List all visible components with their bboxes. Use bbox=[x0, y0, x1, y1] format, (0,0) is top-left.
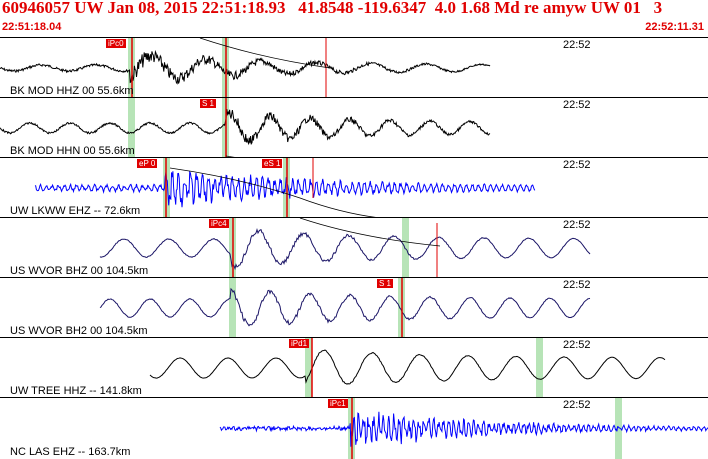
event-title: 60946057 UW Jan 08, 2015 22:51:18.93 41.… bbox=[2, 0, 663, 17]
trace-panel[interactable]: iPc0 22:52 BK MOD HHZ 00 55.6km bbox=[0, 37, 708, 98]
waveform-trace bbox=[99, 287, 591, 327]
pick-shade bbox=[536, 338, 543, 398]
pick-label[interactable]: S 1 bbox=[200, 99, 217, 108]
trace-panel[interactable]: eP 0 eS 1 22:52 UW LKWW EHZ -- 72.6km bbox=[0, 157, 708, 218]
trace-panel[interactable]: iPd1 22:52 UW TREE HHZ -- 141.8km bbox=[0, 337, 708, 398]
station-label: BK MOD HHZ 00 55.6km bbox=[10, 85, 134, 97]
pick-label[interactable]: iPd1 bbox=[289, 339, 310, 348]
waveform-trace bbox=[99, 227, 591, 271]
trace-panel[interactable]: S 1 22:52 US WVOR BH2 00 104.5km bbox=[0, 277, 708, 338]
station-label: BK MOD HHN 00 55.6km bbox=[10, 145, 135, 157]
waveform-trace bbox=[149, 349, 666, 385]
pick-label[interactable]: iPc1 bbox=[328, 399, 348, 408]
pick-label[interactable]: eP 0 bbox=[137, 159, 158, 168]
waveform-trace bbox=[0, 109, 491, 146]
station-label: UW TREE HHZ -- 141.8km bbox=[10, 385, 142, 397]
time-tick-label: 22:52 bbox=[563, 39, 591, 51]
travel-time-curve bbox=[199, 38, 331, 69]
pick-label[interactable]: iPc0 bbox=[106, 39, 126, 48]
waveform-trace bbox=[0, 49, 491, 85]
station-label: UW LKWW EHZ -- 72.6km bbox=[10, 205, 141, 217]
trace-panel[interactable]: iPc4 22:52 US WVOR BHZ 00 104.5km bbox=[0, 217, 708, 278]
time-tick-label: 22:52 bbox=[563, 339, 591, 351]
pick-label[interactable]: S 1 bbox=[377, 279, 394, 288]
trace-panel[interactable]: iPc1 22:52 NC LAS EHZ -- 163.7km bbox=[0, 397, 708, 459]
seismogram-viewer: 60946057 UW Jan 08, 2015 22:51:18.93 41.… bbox=[0, 0, 708, 459]
pick-label[interactable]: iPc4 bbox=[209, 219, 229, 228]
time-tick-label: 22:52 bbox=[563, 159, 591, 171]
station-label: US WVOR BH2 00 104.5km bbox=[10, 325, 148, 337]
window-end-time: 22:52:11.31 bbox=[645, 21, 704, 33]
window-start-time: 22:51:18.04 bbox=[2, 21, 62, 33]
time-tick-label: 22:52 bbox=[563, 99, 591, 111]
time-tick-label: 22:52 bbox=[563, 279, 591, 291]
waveform-trace bbox=[219, 411, 708, 447]
pick-label[interactable]: eS 1 bbox=[262, 159, 283, 168]
station-label: US WVOR BHZ 00 104.5km bbox=[10, 265, 149, 277]
event-header: 60946057 UW Jan 08, 2015 22:51:18.93 41.… bbox=[0, 0, 708, 36]
trace-panel[interactable]: S 1 22:52 BK MOD HHN 00 55.6km bbox=[0, 97, 708, 158]
station-label: NC LAS EHZ -- 163.7km bbox=[10, 446, 131, 458]
pick-shade bbox=[229, 278, 236, 338]
pick-shade bbox=[402, 218, 409, 278]
travel-time-curve bbox=[299, 218, 441, 247]
time-tick-label: 22:52 bbox=[563, 219, 591, 231]
time-tick-label: 22:52 bbox=[563, 399, 591, 411]
